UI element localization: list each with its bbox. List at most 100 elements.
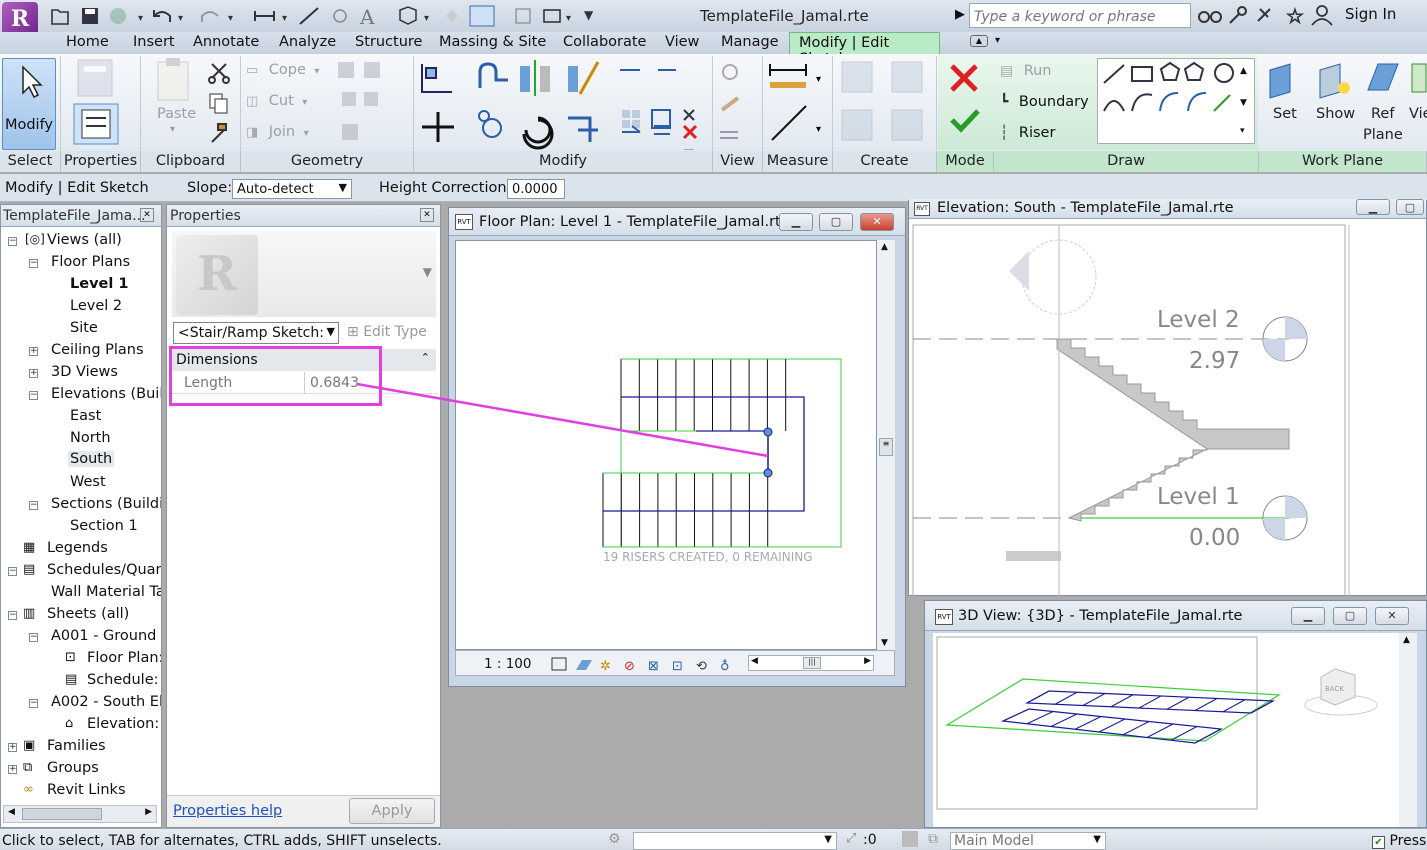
finish-edit-mode-icon[interactable] xyxy=(950,109,980,133)
properties-help-link[interactable]: Properties help xyxy=(173,803,282,819)
tree-item-site[interactable]: Site xyxy=(70,320,98,336)
tree-item-a002[interactable]: A002 - South El xyxy=(51,694,161,710)
boundary-button[interactable]: ┗ Boundary xyxy=(1000,94,1089,110)
design-options-icon[interactable]: ⧉ xyxy=(928,831,938,847)
view-h-scrollbar[interactable]: ◀ ||| ▶ xyxy=(748,655,874,671)
minimize-button[interactable]: ▁ xyxy=(1356,199,1390,215)
tree-item-3d-views[interactable]: 3D Views xyxy=(51,364,118,380)
tree-item-wall-material[interactable]: Wall Material Ta xyxy=(51,584,161,600)
edit-type-button[interactable]: ⊞ Edit Type xyxy=(343,322,435,344)
tree-item-schedule-view[interactable]: Schedule: xyxy=(87,672,159,688)
browser-horizontal-scrollbar[interactable]: ◀ ▶ xyxy=(3,805,157,823)
close-button[interactable]: ✕ xyxy=(860,213,894,231)
plan-vertical-scrollbar[interactable]: ▲ ≡ ▼ xyxy=(877,240,895,650)
3d-canvas[interactable]: BACK xyxy=(933,633,1399,827)
tab-massing-site[interactable]: Massing & Site xyxy=(439,34,546,50)
viewer-label[interactable]: Vie xyxy=(1409,106,1427,122)
tab-home[interactable]: Home xyxy=(66,34,109,50)
3d-vertical-scrollbar[interactable]: ▲ xyxy=(1399,633,1417,827)
tree-item-elevation-view[interactable]: Elevation: xyxy=(87,716,159,732)
worksets-icon[interactable]: ⚙ xyxy=(608,831,621,847)
design-option-dropdown[interactable]: Main Model ▼ xyxy=(950,832,1106,850)
expand-arrow-icon[interactable]: ▶ xyxy=(955,7,965,22)
scroll-thumb[interactable]: ≡ xyxy=(879,438,893,456)
collapse-toggle[interactable]: − xyxy=(8,611,17,620)
chevron-down-icon[interactable]: ▼ xyxy=(423,265,432,279)
type-selector-dropdown[interactable]: <Stair/Ramp Sketch: ▼ xyxy=(173,322,339,344)
gallery-expand[interactable]: ▾ xyxy=(1240,126,1245,136)
tree-item-a001[interactable]: A001 - Ground I xyxy=(51,628,161,644)
workset-dropdown[interactable]: ▼ xyxy=(633,832,837,850)
collapse-toggle[interactable]: − xyxy=(29,633,38,642)
tree-item-floor-plans[interactable]: Floor Plans xyxy=(51,254,130,270)
tree-item-east[interactable]: East xyxy=(70,408,101,424)
ribbon-dropdown-icon[interactable]: ▾ xyxy=(995,35,1000,46)
tree-item-ceiling-plans[interactable]: Ceiling Plans xyxy=(51,342,144,358)
ref-plane-label-line1[interactable]: Ref xyxy=(1371,106,1394,122)
expand-toggle[interactable]: + xyxy=(8,743,17,752)
tree-item-south[interactable]: South xyxy=(68,451,115,467)
run-button[interactable]: ▤ Run xyxy=(1000,63,1052,79)
tree-item-level-2[interactable]: Level 2 xyxy=(70,298,122,314)
scroll-thumb[interactable]: ||| xyxy=(803,657,821,669)
riser-button[interactable]: ┆ Riser xyxy=(1000,125,1055,141)
tree-item-west[interactable]: West xyxy=(70,474,106,490)
apply-button[interactable]: Apply xyxy=(349,798,435,824)
binoculars-icon[interactable] xyxy=(1198,11,1222,23)
close-icon[interactable]: ✕ xyxy=(420,208,434,222)
cut-geometry-button[interactable]: ◫ Cut ▾ xyxy=(246,93,336,113)
view-scale-label[interactable]: 1 : 100 xyxy=(484,656,532,672)
close-button[interactable]: ✕ xyxy=(1375,607,1409,625)
tree-item-views-all[interactable]: Views (all) xyxy=(47,232,122,248)
set-label[interactable]: Set xyxy=(1273,106,1297,122)
paste-dropdown-icon[interactable]: ▾ xyxy=(170,124,175,135)
tree-item-north[interactable]: North xyxy=(70,430,111,446)
tree-item-sections[interactable]: Sections (Buildi xyxy=(51,496,161,512)
ref-plane-label-line2[interactable]: Plane xyxy=(1363,127,1403,143)
collapse-toggle[interactable]: − xyxy=(8,237,17,246)
gallery-scroll-down[interactable]: ▼ xyxy=(1240,98,1247,108)
collapse-toggle[interactable]: − xyxy=(29,501,38,510)
cope-button[interactable]: ▭ Cope ▾ xyxy=(246,62,336,82)
height-correction-input[interactable]: 0.0000 xyxy=(507,179,565,199)
ribbon-minimize-button[interactable]: ▲ xyxy=(970,35,988,47)
grip-point-top[interactable] xyxy=(763,427,773,437)
tab-analyze[interactable]: Analyze xyxy=(279,34,336,50)
tab-structure[interactable]: Structure xyxy=(355,34,422,50)
join-button[interactable]: ◨ Join ▾ xyxy=(246,124,336,144)
modify-tool-button[interactable]: Modify xyxy=(2,58,56,150)
expand-toggle[interactable]: + xyxy=(29,347,38,356)
show-label[interactable]: Show xyxy=(1316,106,1355,122)
tree-item-groups[interactable]: Groups xyxy=(47,760,99,776)
scroll-thumb[interactable] xyxy=(22,808,102,820)
sign-in-link[interactable]: Sign In xyxy=(1345,5,1396,23)
minimize-button[interactable]: ▁ xyxy=(1291,607,1325,625)
tree-item-sheets-all[interactable]: Sheets (all) xyxy=(47,606,129,622)
floor-plan-canvas[interactable]: 19 RISERS CREATED, 0 REMAINING xyxy=(455,240,877,650)
tab-manage[interactable]: Manage xyxy=(721,34,779,50)
elevation-canvas[interactable] xyxy=(909,221,1427,597)
press-drag-checkbox[interactable]: ✔ Press xyxy=(1372,833,1426,849)
cancel-edit-mode-icon[interactable] xyxy=(950,64,978,92)
filter-icon[interactable] xyxy=(902,831,918,847)
tab-view[interactable]: View xyxy=(665,34,699,50)
tree-item-schedules[interactable]: Schedules/Quan xyxy=(47,562,161,578)
maximize-button[interactable]: ▢ xyxy=(819,213,853,231)
tree-item-level-1[interactable]: Level 1 xyxy=(70,276,128,292)
expand-toggle[interactable]: + xyxy=(8,765,17,774)
maximize-button[interactable]: ▢ xyxy=(1396,199,1424,215)
expand-toggle[interactable]: + xyxy=(29,369,38,378)
tree-item-floor-plan-view[interactable]: Floor Plan: xyxy=(87,650,161,666)
tree-item-section-1[interactable]: Section 1 xyxy=(70,518,138,534)
tree-item-revit-links[interactable]: Revit Links xyxy=(47,782,126,798)
grip-point-bottom[interactable] xyxy=(763,468,773,478)
tab-collaborate[interactable]: Collaborate xyxy=(563,34,646,50)
collapse-toggle[interactable]: − xyxy=(29,699,38,708)
tab-insert[interactable]: Insert xyxy=(133,34,175,50)
maximize-button[interactable]: ▢ xyxy=(1333,607,1367,625)
tree-item-families[interactable]: Families xyxy=(47,738,106,754)
paste-label[interactable]: Paste xyxy=(157,106,196,122)
tree-item-elevations[interactable]: Elevations (Buil xyxy=(51,386,161,402)
tree-item-legends[interactable]: Legends xyxy=(47,540,108,556)
search-input[interactable]: Type a keyword or phrase xyxy=(969,3,1191,28)
